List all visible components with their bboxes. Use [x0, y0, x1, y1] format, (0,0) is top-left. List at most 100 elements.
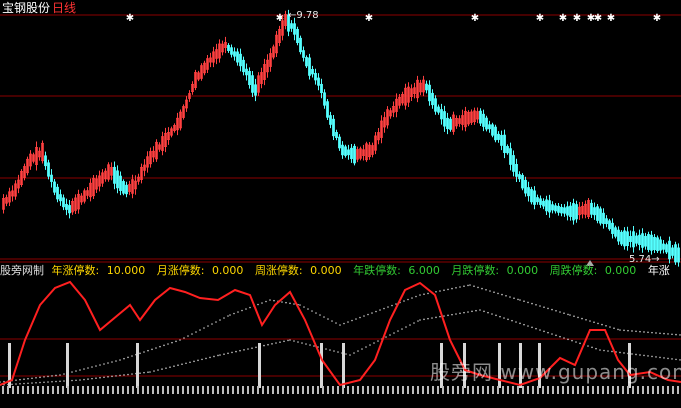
- indicator-bar: [320, 343, 323, 388]
- indicator-dot: [603, 349, 605, 352]
- baseline-tick: [652, 386, 654, 394]
- indicator-dot: [87, 367, 89, 369]
- baseline-tick: [2, 386, 4, 394]
- candle-body: [437, 106, 440, 113]
- baseline-tick: [7, 386, 9, 394]
- baseline-tick: [247, 386, 249, 394]
- baseline-tick: [212, 386, 214, 394]
- indicator-dot: [91, 377, 93, 380]
- indicator-dot: [435, 316, 437, 319]
- period-label[interactable]: 日线: [52, 1, 76, 15]
- candle-body: [491, 124, 494, 136]
- indicator-dot: [559, 335, 561, 338]
- indicator-dot: [31, 382, 33, 384]
- candle-body: [245, 68, 248, 76]
- baseline-tick: [142, 386, 144, 394]
- indicator-dot: [0, 381, 1, 383]
- indicator-dot: [369, 344, 371, 346]
- indicator-dot: [251, 347, 253, 349]
- indicator-dot: [393, 332, 395, 334]
- indicator-bar: [66, 343, 69, 388]
- candle-body: [665, 244, 668, 253]
- indicator-dot: [513, 297, 515, 300]
- indicator-dot: [167, 343, 169, 345]
- indicator-dot: [567, 338, 569, 341]
- candle-body: [674, 244, 677, 263]
- indicator-dot: [115, 360, 117, 362]
- indicator-dot: [229, 314, 231, 316]
- indicator-dot: [353, 352, 355, 354]
- baseline-tick: [672, 386, 674, 394]
- indicator-dot: [99, 376, 101, 379]
- baseline-tick: [482, 386, 484, 394]
- indicator-dot: [95, 365, 97, 367]
- baseline-tick: [32, 386, 34, 394]
- indicator-dot: [515, 321, 517, 323]
- candle-body: [338, 136, 341, 149]
- candle-body: [629, 236, 632, 242]
- indicator-dot: [605, 325, 607, 327]
- indicator-dot: [123, 374, 125, 376]
- indicator-dot: [519, 299, 521, 301]
- baseline-tick: [642, 386, 644, 394]
- candle-body: [671, 247, 674, 256]
- indicator-dot: [451, 287, 453, 290]
- indicator-dot: [627, 329, 629, 332]
- baseline-tick: [127, 386, 129, 394]
- indicator-dot: [573, 315, 575, 318]
- indicator-dot: [517, 298, 519, 301]
- baseline-tick: [132, 386, 134, 394]
- baseline-tick: [207, 386, 209, 394]
- kline-chart-canvas[interactable]: ✱ ✱ ✱ ✱ ✱ ✱ ✱ ✱✱ ✱ ✱: [0, 0, 681, 408]
- indicator-dot: [319, 314, 321, 316]
- candle-body: [119, 175, 122, 191]
- indicator-dot: [219, 319, 221, 321]
- indicator-dot: [487, 311, 489, 314]
- indicator-dot: [365, 346, 367, 348]
- baseline-tick: [357, 386, 359, 394]
- baseline-tick: [77, 386, 79, 394]
- indicator-dot: [463, 311, 465, 314]
- baseline-tick: [312, 386, 314, 394]
- indicator-dot: [555, 310, 557, 312]
- indicator-dot: [75, 379, 77, 382]
- indicator-dot: [643, 331, 645, 333]
- indicator-dot: [379, 309, 381, 311]
- indicator-dot: [509, 296, 511, 298]
- indicator-dot: [375, 310, 377, 313]
- chart-window[interactable]: ✱ ✱ ✱ ✱ ✱ ✱ ✱ ✱ ✱ ✱ ✱ 宝钢股份 日线 ←9.78 5.74→ 股旁网制 年涨停…: [0, 0, 681, 408]
- indicator-dot: [219, 354, 221, 356]
- candle-body: [548, 200, 551, 213]
- indicator-dot: [655, 332, 657, 334]
- indicator-dot: [667, 333, 669, 335]
- indicator-dot: [15, 379, 17, 381]
- indicator-dot: [543, 330, 545, 333]
- baseline-tick: [512, 386, 514, 394]
- indicator-dot: [415, 295, 417, 298]
- indicator-dot: [115, 375, 117, 377]
- baseline-tick: [397, 386, 399, 394]
- star-marker-icon: ✱: [126, 13, 134, 24]
- baseline-tick: [62, 386, 64, 394]
- baseline-tick: [547, 386, 549, 394]
- candle-body: [650, 234, 653, 251]
- star-marker-icon: ✱: [594, 13, 602, 24]
- indicator-dot: [527, 301, 529, 304]
- indicator-dot: [479, 309, 481, 311]
- indicator-dot: [471, 310, 473, 313]
- indicator-dot: [599, 349, 601, 351]
- candle-body: [317, 77, 320, 86]
- candle-body: [431, 92, 434, 106]
- candle-body: [323, 92, 326, 106]
- indicator-dot: [391, 304, 393, 307]
- baseline-tick: [27, 386, 29, 394]
- baseline-tick: [322, 386, 324, 394]
- candle-body: [59, 194, 62, 202]
- indicator-dot: [325, 348, 327, 350]
- baseline-tick: [47, 386, 49, 394]
- indicator-dot: [639, 330, 641, 333]
- indicator-dot: [617, 328, 619, 331]
- indicator-dot: [349, 354, 351, 356]
- candle-body: [479, 110, 482, 124]
- indicator-dot: [475, 309, 477, 312]
